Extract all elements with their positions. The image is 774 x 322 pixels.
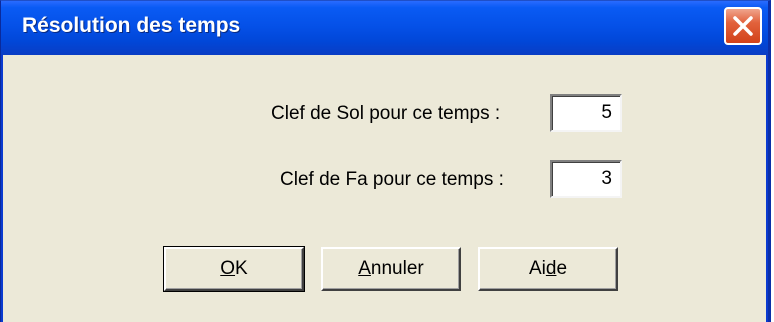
close-button[interactable] <box>724 7 762 45</box>
treble-clef-label: Clef de Sol pour ce temps : <box>271 103 501 124</box>
bass-clef-label: Clef de Fa pour ce temps : <box>280 169 504 190</box>
help-button-label: Aide <box>528 258 568 279</box>
treble-clef-input[interactable] <box>550 94 622 132</box>
window-title: Résolution des temps <box>22 14 241 37</box>
cancel-button-label: Annuler <box>358 258 424 279</box>
ok-button[interactable]: OK <box>163 246 305 292</box>
close-icon <box>733 16 753 36</box>
dialog-window: Résolution des temps Clef de Sol pour ce… <box>0 0 771 322</box>
help-button[interactable]: Aide <box>478 247 618 291</box>
ok-button-label: OK <box>220 258 248 279</box>
title-bar[interactable]: Résolution des temps <box>1 1 768 55</box>
bass-clef-input[interactable] <box>550 160 622 198</box>
cancel-button[interactable]: Annuler <box>321 247 461 291</box>
